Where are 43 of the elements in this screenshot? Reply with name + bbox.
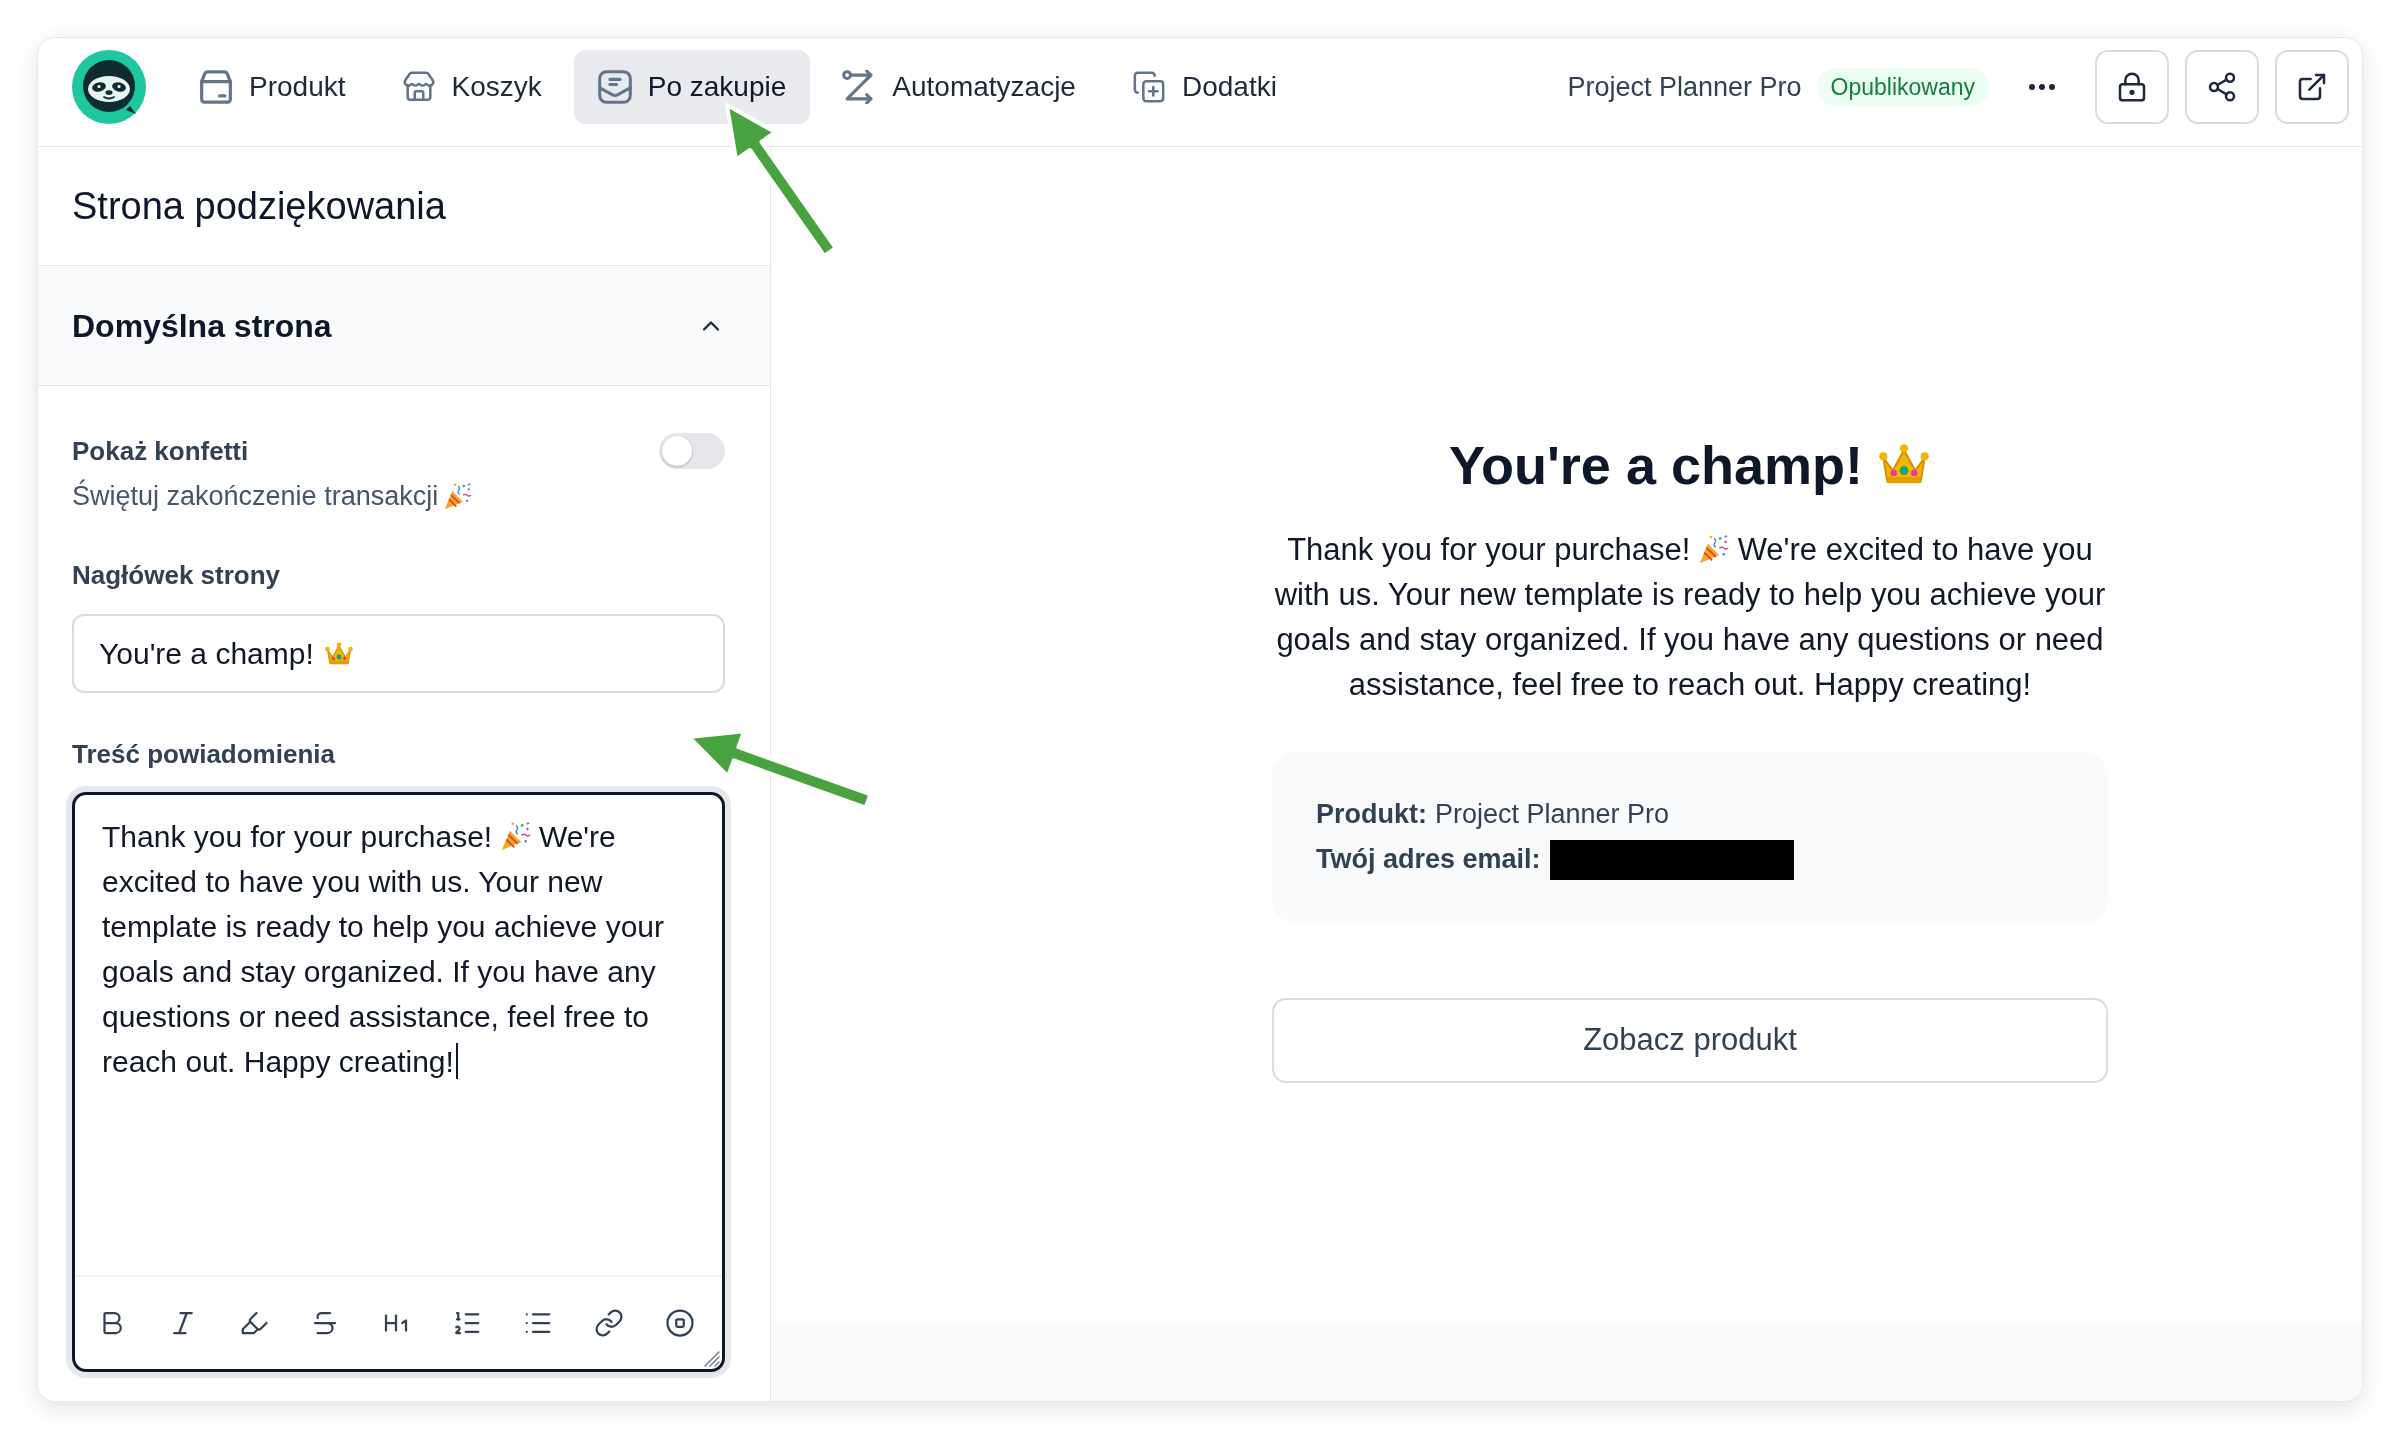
party-popper-icon bbox=[1699, 534, 1730, 564]
panel-title: Strona podziękowania bbox=[72, 184, 446, 229]
heading-field-label: Nagłówek strony bbox=[72, 559, 282, 592]
party-popper-icon bbox=[500, 821, 531, 851]
share-button[interactable] bbox=[2185, 50, 2259, 124]
nav-tab[interactable]: Po zakupie bbox=[573, 50, 811, 124]
crown-icon bbox=[323, 641, 354, 666]
nav-tab[interactable]: Koszyk bbox=[377, 50, 566, 124]
message-field-label: Treść powiadomienia bbox=[72, 738, 336, 771]
envelope-icon bbox=[597, 70, 632, 104]
plus-square-icon bbox=[1131, 70, 1166, 104]
share-icon bbox=[2206, 71, 2238, 103]
link-button[interactable] bbox=[593, 1307, 625, 1339]
confetti-description: Świętuj zakończenie transakcji bbox=[72, 479, 439, 513]
nav-tab[interactable]: Produkt bbox=[175, 50, 370, 124]
nav-tab[interactable]: Automatyzacje bbox=[818, 50, 1100, 124]
detail-label: Twój adres email: bbox=[1316, 843, 1541, 877]
product-name: Project Planner Pro bbox=[1567, 70, 1802, 104]
link-icon bbox=[594, 1308, 624, 1338]
party-popper-icon bbox=[444, 482, 473, 510]
status-badge: Opublikowany bbox=[1816, 68, 1989, 106]
message-textarea[interactable]: Thank you for your purchase! We're excited to have you with us. Your new template is ready to help you achieve your goals and stay organized. If you have any questions or need assistance, feel free to reach out. Happy creating! bbox=[75, 795, 722, 1275]
text-cursor-icon bbox=[455, 1043, 458, 1079]
nav-tab[interactable]: Dodatki bbox=[1107, 50, 1301, 124]
resize-handle-icon[interactable] bbox=[704, 1351, 720, 1367]
box-icon bbox=[199, 70, 233, 104]
heading-input[interactable]: You're a champ! bbox=[72, 614, 725, 693]
view-product-button[interactable]: Zobacz produkt bbox=[1272, 998, 2108, 1083]
store-icon bbox=[401, 70, 436, 104]
lock-icon bbox=[2116, 71, 2148, 103]
animal-face-logo-icon[interactable] bbox=[72, 50, 146, 124]
detail-value: Project Planner Pro bbox=[1435, 798, 1670, 832]
circle-square-button[interactable] bbox=[664, 1307, 696, 1339]
detail-label: Produkt: bbox=[1316, 798, 1427, 832]
confetti-label: Pokaż konfetti bbox=[72, 435, 249, 468]
external-link-icon bbox=[2296, 71, 2328, 103]
open-external-button[interactable] bbox=[2275, 50, 2349, 124]
preview-heading: You're a champ! bbox=[1449, 434, 1863, 497]
section-header[interactable]: Domyślna strona bbox=[38, 266, 770, 386]
lock-button[interactable] bbox=[2095, 50, 2169, 124]
preview-message: Thank you for your purchase! We're excited to have you with us. Your new template is ready to help you achieve your goals and stay organized. If you have any questions or need assistance, feel free to reach out. Happy creating! bbox=[1273, 531, 2107, 704]
more-icon bbox=[2029, 84, 2055, 90]
confetti-toggle[interactable] bbox=[659, 433, 725, 469]
